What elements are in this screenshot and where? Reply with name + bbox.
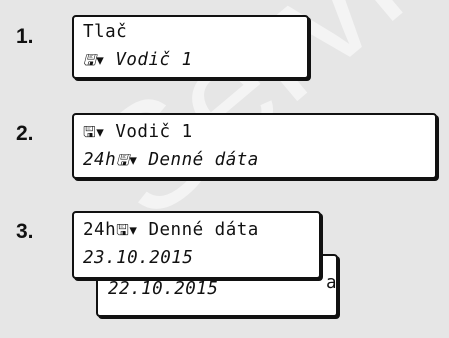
back-right-char: a — [326, 273, 338, 293]
display-line-driver: 🖫▾ Vodič 1 — [83, 121, 193, 143]
date-current: 23.10.2015 — [83, 248, 194, 268]
daily-data-label: Denné dáta — [148, 220, 259, 240]
display-line-print: Tlač — [83, 22, 128, 42]
display-step-3: 24h🖫▾ Denné dáta 23.10.2015 — [72, 211, 321, 279]
card-driver-icon: 🖫▾ — [83, 123, 105, 141]
prefix-24h: 24h — [83, 220, 117, 240]
step-3-number: 3. — [16, 220, 34, 243]
display-line-driver: 🖫▾ Vodič 1 — [83, 49, 193, 71]
display-line-daily-data: 24h🖫▾ Denné dáta — [83, 219, 259, 241]
date-previous: 22.10.2015 — [108, 279, 219, 299]
prefix-24h: 24h — [83, 150, 117, 170]
display-step-2: 🖫▾ Vodič 1 24h🖫▾ Denné dáta — [72, 113, 437, 179]
step-2-number: 2. — [16, 122, 34, 145]
driver-label: Vodič 1 — [115, 50, 193, 70]
card-driver-icon: 🖫▾ — [83, 51, 105, 69]
card-driver-icon: 🖫▾ — [116, 151, 138, 169]
display-line-daily-data: 24h🖫▾ Denné dáta — [83, 149, 259, 171]
step-1-number: 1. — [16, 25, 34, 48]
driver-label: Vodič 1 — [115, 122, 193, 142]
daily-data-label: Denné dáta — [148, 150, 259, 170]
card-driver-icon: 🖫▾ — [116, 221, 138, 239]
display-step-1: Tlač 🖫▾ Vodič 1 — [72, 15, 309, 79]
